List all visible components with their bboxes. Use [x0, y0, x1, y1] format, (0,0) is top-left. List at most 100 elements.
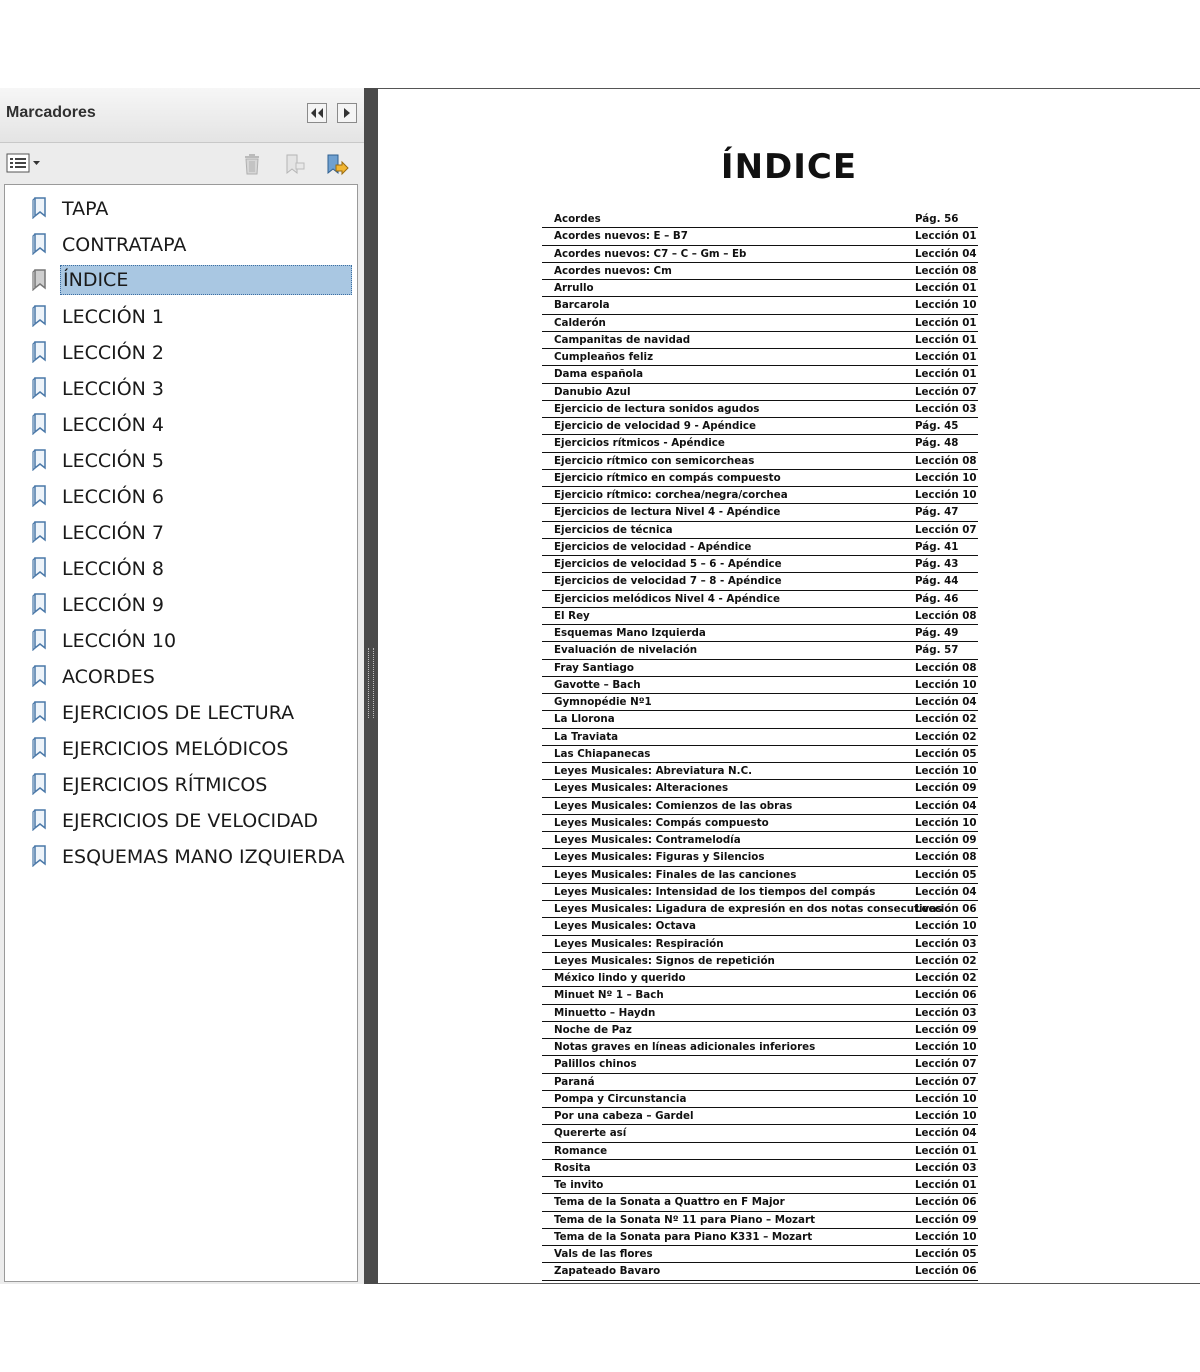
index-entry-title: Ejercicio rítmico: corchea/negra/corchea — [554, 489, 788, 501]
index-entry-page: Lección 02 — [915, 730, 977, 743]
index-row: Ejercicio rítmico con semicorcheas Lecció… — [542, 453, 978, 470]
index-entry-title: Ejercicio de lectura sonidos agudos — [554, 402, 760, 415]
index-entry-title: Ejercicios de velocidad - Apéndice — [554, 540, 752, 553]
bookmark-icon — [32, 341, 50, 367]
index-row: Rosita Lección 03 — [542, 1160, 978, 1177]
new-bookmark-button[interactable] — [282, 153, 306, 181]
bookmark-item[interactable]: TAPA — [5, 191, 357, 227]
expand-panel-button[interactable] — [337, 103, 357, 123]
bookmark-find-icon — [327, 154, 349, 176]
options-menu-button[interactable] — [6, 153, 42, 177]
bookmark-item[interactable]: ACORDES — [5, 659, 357, 695]
bookmark-item[interactable]: LECCIÓN 2 — [5, 335, 357, 371]
bookmark-item[interactable]: LECCIÓN 4 — [5, 407, 357, 443]
index-entry-title: Acordes — [554, 213, 601, 225]
bookmark-label: EJERCICIOS DE VELOCIDAD — [62, 810, 318, 832]
index-entry-title: Gavotte – Bach — [554, 678, 641, 691]
bookmark-label: LECCIÓN 6 — [62, 486, 165, 508]
bookmark-label: LECCIÓN 10 — [62, 630, 177, 652]
index-entry-title: Acordes nuevos: E – B7 — [554, 230, 688, 243]
index-entry-title: Romance — [554, 1144, 608, 1157]
index-entry-page: Lección 10 — [915, 1110, 977, 1122]
bookmark-item[interactable]: EJERCICIOS MELÓDICOS — [5, 731, 357, 767]
index-entry-title: Campanitas de navidad — [554, 333, 691, 346]
index-entry-title: Palillos chinos — [554, 1058, 637, 1071]
delete-bookmark-button[interactable] — [242, 153, 262, 179]
index-row: La Traviata Lección 02 — [542, 729, 978, 746]
index-row: Romance Lección 01 — [542, 1143, 978, 1160]
panel-title: Marcadores — [6, 104, 96, 121]
index-row: Leyes Musicales: Compás compuesto Lección… — [542, 815, 978, 832]
index-row: Danubio Azul Lección 07 — [542, 384, 978, 401]
index-entry-title: Leyes Musicales: Signos de repetición — [554, 954, 775, 967]
index-entry-page: Lección 10 — [915, 920, 977, 933]
index-entry-page: Lección 04 — [915, 1127, 977, 1140]
bookmark-item[interactable]: LECCIÓN 3 — [5, 371, 357, 407]
index-row: Ejercicio de velocidad 9 - Apéndice Pág. … — [542, 418, 978, 436]
index-row: México lindo y querido Lección 02 — [542, 970, 978, 988]
list-options-icon — [6, 153, 40, 173]
index-row: Cumpleaños feliz Lección 01 — [542, 349, 978, 367]
index-entry-page: Lección 04 — [915, 799, 977, 812]
index-entry-title: Ejercicio de velocidad 9 - Apéndice — [554, 420, 756, 432]
index-entry-title: Esquemas Mano Izquierda — [554, 627, 706, 639]
bookmark-item[interactable]: ÍNDICE — [5, 263, 357, 299]
index-row: Acordes nuevos: Cm Lección 08 — [542, 263, 978, 280]
index-entry-title: Por una cabeza – Gardel — [554, 1110, 694, 1122]
index-row: Leyes Musicales: Signos de repetición Lec… — [542, 953, 978, 970]
index-entry-page: Lección 10 — [915, 489, 977, 501]
index-row: Minuetto – Haydn Lección 03 — [542, 1005, 978, 1022]
panel-splitter[interactable] — [364, 88, 378, 1284]
splitter-grip[interactable] — [368, 648, 374, 718]
index-entry-page: Lección 10 — [915, 816, 977, 829]
bookmark-item[interactable]: EJERCICIOS DE LECTURA — [5, 695, 357, 731]
bookmark-item[interactable]: LECCIÓN 10 — [5, 623, 357, 659]
bookmark-label: LECCIÓN 9 — [62, 594, 165, 616]
index-entry-title: Ejercicios melódicos Nivel 4 - Apéndice — [554, 592, 780, 605]
index-entry-page: Lección 01 — [915, 333, 977, 346]
index-entry-page: Lección 09 — [915, 1023, 977, 1036]
index-row: Quererte así Lección 04 — [542, 1125, 978, 1143]
index-row: Ejercicios de técnica Lección 07 — [542, 522, 978, 539]
find-bookmark-button[interactable] — [324, 153, 350, 181]
index-entry-title: El Rey — [554, 609, 590, 622]
index-entry-page: Lección 01 — [915, 1179, 977, 1191]
index-entry-page: Lección 02 — [915, 972, 977, 984]
bookmark-item[interactable]: LECCIÓN 7 — [5, 515, 357, 551]
bookmark-item[interactable]: LECCIÓN 5 — [5, 443, 357, 479]
bookmark-item[interactable]: LECCIÓN 8 — [5, 551, 357, 587]
index-row: Ejercicio rítmico en compás compuesto Lec… — [542, 470, 978, 487]
index-entry-page: Pág. 47 — [915, 506, 959, 519]
bookmark-label: LECCIÓN 7 — [62, 522, 165, 544]
bookmark-icon — [32, 845, 50, 871]
bookmark-icon — [32, 305, 50, 331]
bookmark-item[interactable]: ESQUEMAS MANO IZQUIERDA — [5, 839, 357, 875]
index-entry-title: Arrullo — [554, 282, 594, 294]
bookmark-item[interactable]: EJERCICIOS RÍTMICOS — [5, 767, 357, 803]
index-entry-page: Lección 06 — [915, 903, 977, 915]
page-title: ÍNDICE — [720, 147, 858, 187]
bookmark-item[interactable]: LECCIÓN 6 — [5, 479, 357, 515]
bookmark-label: LECCIÓN 2 — [62, 342, 165, 364]
bookmark-item[interactable]: LECCIÓN 9 — [5, 587, 357, 623]
index-entry-page: Lección 07 — [915, 1075, 977, 1088]
index-row: Tema de la Sonata a Quattro en F Major Le… — [542, 1194, 978, 1212]
collapse-panel-button[interactable] — [307, 103, 327, 123]
bookmark-item[interactable]: EJERCICIOS DE VELOCIDAD — [5, 803, 357, 839]
index-row: Palillos chinos Lección 07 — [542, 1056, 978, 1074]
index-entry-page: Lección 10 — [915, 1230, 977, 1243]
bookmark-label: ACORDES — [62, 666, 155, 688]
index-entry-title: Rosita — [554, 1161, 591, 1174]
bookmark-label: CONTRATAPA — [62, 234, 187, 256]
index-entry-title: Noche de Paz — [554, 1023, 632, 1036]
index-row: Noche de Paz Lección 09 — [542, 1022, 978, 1039]
bookmark-item[interactable]: LECCIÓN 1 — [5, 299, 357, 335]
index-row: Esquemas Mano Izquierda Pág. 49 — [542, 625, 978, 643]
bookmark-item[interactable]: CONTRATAPA — [5, 227, 357, 263]
bookmark-label: LECCIÓN 1 — [62, 306, 165, 328]
index-row: Leyes Musicales: Octava Lección 10 — [542, 918, 978, 936]
index-row: Arrullo Lección 01 — [542, 280, 978, 298]
index-entry-title: Tema de la Sonata Nº 11 para Piano – Moz… — [554, 1213, 815, 1226]
index-entry-page: Lección 03 — [915, 1006, 977, 1019]
bookmark-tree[interactable]: TAPA CONTRATAPA ÍNDICE LECCIÓN 1 LECCIÓN 2 LE… — [4, 184, 358, 1282]
